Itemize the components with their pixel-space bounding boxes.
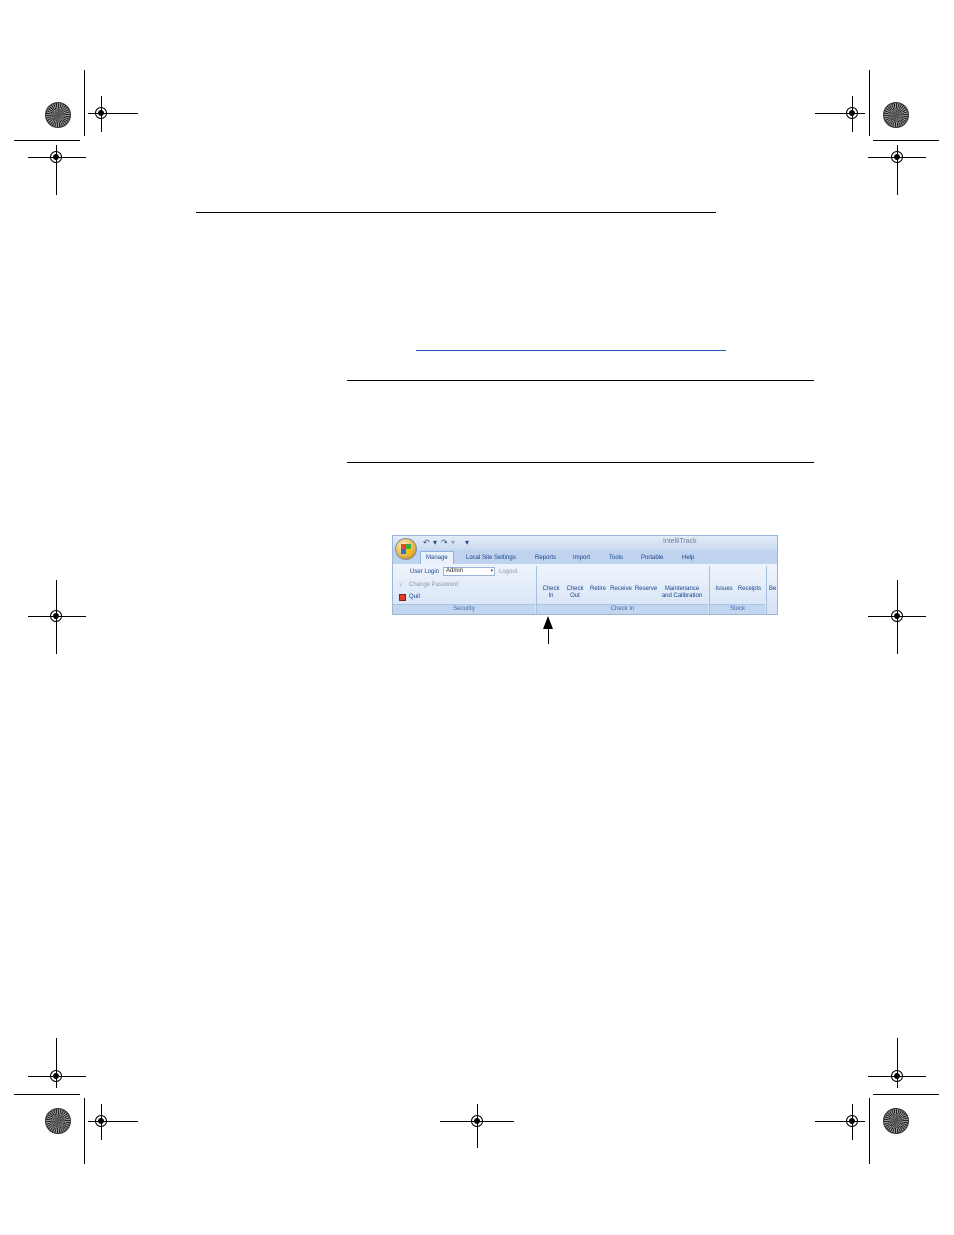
tab-manage[interactable]: Manage [420,551,454,564]
redo-icon[interactable]: ↷ [441,537,448,549]
reserve-button[interactable]: Reserve [634,586,658,593]
tab-reports[interactable]: Reports [535,552,556,564]
note-top-rule [347,380,814,381]
group-label-security: Security [393,604,535,614]
button-label: Check [566,586,584,592]
user-login-value: Admin [446,568,464,574]
registration-mark-icon [889,149,905,165]
logout-button[interactable]: Logout [499,569,517,576]
registration-mark-icon [93,1113,109,1129]
registration-mark-icon [48,149,64,165]
crop-line [14,140,80,141]
issues-button[interactable]: Issues [713,586,735,593]
button-label: Out [570,593,580,599]
group-label-check-in: Check In [537,604,708,614]
tab-row: Manage Local Site Settings Reports Impor… [393,550,777,564]
registration-mark-icon [93,105,109,121]
truncated-button-label[interactable]: Be [769,586,777,593]
group-separator [766,566,767,614]
registration-mark-icon [844,1113,860,1129]
registration-mark-icon [889,608,905,624]
button-label: Receive [610,586,632,592]
office-button-icon[interactable] [395,538,417,560]
undo-icon[interactable]: ↶ [423,537,430,549]
receipts-button[interactable]: Receipts [736,586,763,593]
group-label-stock: Stock [710,604,765,614]
header-rule [196,212,716,213]
key-icon: √ [399,582,403,588]
user-login-label: User Login [410,569,440,575]
user-login-combo[interactable]: Admin ▾ [443,567,495,576]
crop-line [873,1094,939,1095]
tab-portable[interactable]: Portable [641,552,663,564]
tab-import[interactable]: Import [573,552,590,564]
receive-button[interactable]: Receive [610,586,632,593]
check-in-button[interactable]: Check In [541,586,561,600]
registration-mark-icon [48,1068,64,1084]
ribbon-screenshot: ↶ ▾ ↷ ▾ ▾ IntelliTrack Manage Local Site… [392,535,778,615]
crop-line [869,1098,870,1164]
crop-line [873,140,939,141]
quit-button[interactable]: Quit [409,594,420,601]
tab-local-site-settings[interactable]: Local Site Settings [466,552,516,564]
crop-line [84,70,85,136]
button-label: In [548,593,554,599]
app-title: IntelliTrack [663,538,697,545]
button-label: Retire [589,586,606,592]
button-label: Reserve [634,586,658,592]
registration-dial-icon [45,1108,71,1134]
button-label: and Calibration [661,593,703,599]
registration-dial-icon [45,102,71,128]
retire-button[interactable]: Retire [588,586,608,593]
tab-tools[interactable]: Tools [609,552,623,564]
registration-mark-icon [844,105,860,121]
quit-icon [399,594,406,601]
change-password-button[interactable]: Change Password [409,582,458,589]
crop-line [84,1098,85,1164]
registration-mark-icon [889,1068,905,1084]
maintenance-and-calibration-button[interactable]: Maintenance and Calibration [658,586,706,600]
arrow-shaft [548,628,549,644]
ribbon-body: User Login Admin ▾ Logout √ Change Passw… [393,564,777,614]
link-underline [416,350,726,351]
registration-dial-icon [883,1108,909,1134]
title-bar: ↶ ▾ ↷ ▾ ▾ IntelliTrack [393,536,777,550]
dropdown-arrow-icon[interactable]: ▾ [433,537,437,549]
dropdown-arrow-icon[interactable]: ▾ [451,537,455,549]
crop-line [869,70,870,136]
registration-mark-icon [48,608,64,624]
chevron-down-icon[interactable]: ▾ [490,568,493,575]
button-label: Check [542,586,560,592]
crop-line [14,1094,80,1095]
registration-dial-icon [883,102,909,128]
registration-mark-icon [469,1113,485,1129]
tab-help[interactable]: Help [682,552,694,564]
button-label: Maintenance [664,586,700,592]
customize-qat-icon[interactable]: ▾ [465,537,469,549]
check-out-button[interactable]: Check Out [564,586,586,600]
note-bottom-rule [347,462,814,463]
